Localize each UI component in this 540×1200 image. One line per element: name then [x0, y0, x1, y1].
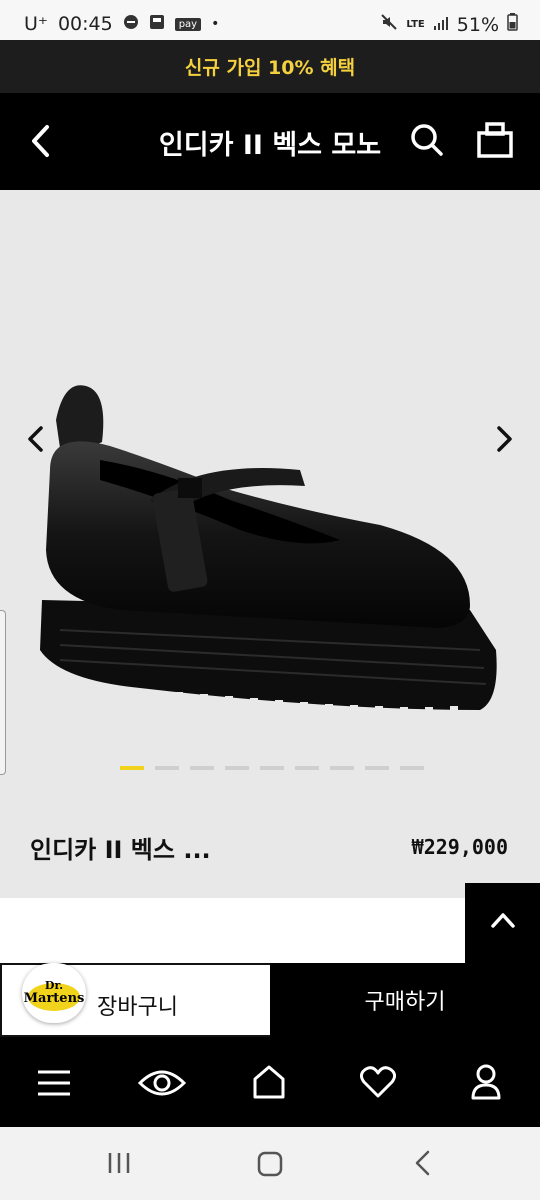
time-label: 00:45	[57, 13, 113, 35]
gallery-dot[interactable]	[295, 766, 319, 770]
mute-icon	[380, 13, 398, 36]
user-icon[interactable]	[470, 1063, 502, 1105]
carrier-label: U⁺	[24, 13, 48, 35]
app-notification-icon	[149, 13, 165, 35]
promo-text: 신규 가입 10% 혜택	[184, 57, 356, 79]
do-not-disturb-icon	[123, 13, 139, 35]
scroll-top-button[interactable]	[465, 883, 540, 963]
product-gallery[interactable]: 인디카 II 벡스 ... ₩229,000	[0, 190, 540, 898]
gallery-dot[interactable]	[190, 766, 214, 770]
signal-icon	[433, 14, 449, 36]
page-title: 인디카 II 벡스 모노	[158, 130, 382, 161]
product-name: 인디카 II 벡스 ...	[30, 836, 211, 864]
pay-label: pay	[178, 18, 198, 30]
more-notifications-icon: •	[211, 16, 220, 32]
cart-button-label: 장바구니	[97, 995, 178, 1020]
brand-logo[interactable]: Dr. Martens	[22, 963, 86, 1023]
status-left: U⁺ 00:45 pay •	[24, 13, 219, 35]
pay-icon: pay	[174, 17, 202, 31]
home-button-icon[interactable]	[257, 1151, 283, 1181]
recent-apps-icon[interactable]	[106, 1151, 132, 1179]
app-header: 인디카 II 벡스 모노	[0, 93, 540, 190]
system-nav-bar	[0, 1127, 540, 1200]
eye-icon[interactable]	[137, 1067, 187, 1103]
gallery-dot[interactable]	[260, 766, 284, 770]
buy-button-label: 구매하기	[364, 990, 446, 1015]
back-button-icon[interactable]	[412, 1149, 432, 1181]
gallery-dot[interactable]	[365, 766, 389, 770]
buy-now-button[interactable]: 구매하기	[270, 963, 540, 1037]
gallery-dot[interactable]	[330, 766, 354, 770]
product-price: ₩229,000	[411, 835, 508, 859]
home-icon[interactable]	[252, 1064, 286, 1104]
shopping-bag-icon[interactable]	[476, 121, 514, 163]
gallery-dot[interactable]	[400, 766, 424, 770]
battery-icon	[507, 13, 518, 36]
brand-logo-image: Dr. Martens	[24, 979, 85, 1011]
product-image	[40, 385, 497, 717]
status-right: LTE 51%	[380, 13, 518, 36]
search-icon[interactable]	[410, 123, 444, 161]
promo-banner[interactable]: 신규 가입 10% 혜택	[0, 40, 540, 93]
gallery-pagination	[120, 766, 424, 770]
heart-icon[interactable]	[359, 1065, 397, 1103]
content-strip	[0, 898, 540, 963]
svg-text:Martens: Martens	[24, 991, 85, 1006]
chevron-up-icon	[490, 911, 516, 933]
gallery-dot[interactable]	[225, 766, 249, 770]
gallery-dot[interactable]	[155, 766, 179, 770]
bottom-nav	[0, 1037, 540, 1127]
battery-label: 51%	[456, 13, 499, 36]
gallery-dot[interactable]	[120, 766, 144, 770]
network-label: LTE	[406, 19, 425, 30]
menu-icon[interactable]	[36, 1067, 72, 1103]
